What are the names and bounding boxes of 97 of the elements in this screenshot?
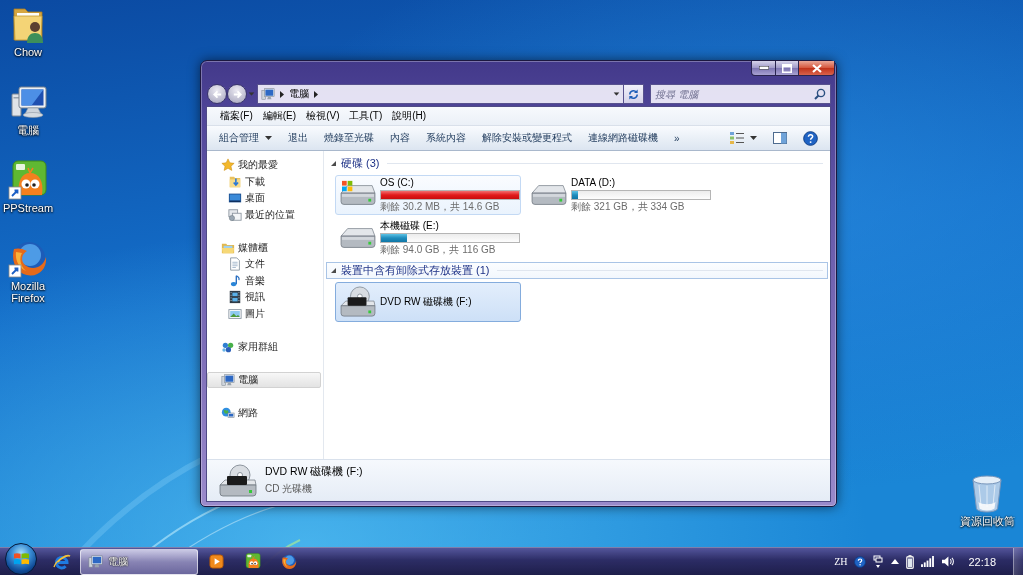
toolbar-button[interactable]: 解除安裝或變更程式 [475,127,579,149]
recent-windows-icon [228,207,242,222]
refresh-button[interactable] [624,84,644,104]
toolbar-button[interactable]: 燒錄至光碟 [317,127,381,149]
help-icon[interactable] [854,555,867,568]
desktop-icon-label[interactable]: 電腦 [17,124,39,136]
group-header[interactable]: 硬碟 (3) [326,155,828,172]
sidebar-item[interactable]: 網路 [207,404,321,421]
mascot-app-icon [244,553,261,570]
optical-drive-icon [339,286,377,318]
desktop-icon-label[interactable]: PPStream [2,202,54,214]
computer-icon [221,372,235,387]
chevron-icon [314,90,318,98]
desktop-icon-label[interactable]: Chow [13,46,43,58]
collapse-triangle-icon[interactable] [330,160,337,167]
close-icon [811,63,822,73]
free-space-text: 剩餘 321 GB，共 334 GB [571,201,686,213]
sidebar-item[interactable]: 媒體櫃 [207,239,321,256]
caret-icon [265,136,272,140]
caret-icon [613,92,619,96]
forward-arrow-icon [231,88,243,100]
drive-tile[interactable]: DVD RW 磁碟機 (F:) [335,282,521,322]
globe-computer-icon [221,405,235,420]
computer-icon [88,554,103,569]
drive-name-label: OS (C:) [380,177,415,189]
caret-icon [750,136,757,140]
download-folder-icon [228,174,242,189]
close-button[interactable] [799,61,835,76]
caret-icon [248,92,255,96]
music-note-icon [228,273,242,288]
breadcrumb-link[interactable]: 電腦 [289,87,309,101]
chevron-icon [280,90,284,98]
menu-item[interactable]: 編輯(E) [258,107,301,125]
drive-name-label: 本機磁碟 (E:) [380,220,440,232]
document-icon [228,257,242,272]
toolbar-button[interactable]: 系統內容 [419,127,473,149]
fox-globe-icon [280,553,297,570]
drive-tile[interactable]: 本機磁碟 (E:) 剩餘 94.0 GB，共 116 GB [335,218,521,258]
optical-drive-icon [218,463,258,498]
speaker-icon[interactable] [941,556,955,567]
group-header[interactable]: 裝置中含有卸除式存放裝置 (1) [326,262,828,279]
menu-item[interactable]: 工具(T) [345,107,387,125]
free-space-text: 剩餘 30.2 MB，共 14.6 GB [380,201,501,213]
address-bar[interactable]: 電腦 [257,84,624,104]
search-field[interactable]: 搜尋 電腦 [650,84,831,104]
signal-bars-icon[interactable] [921,556,935,567]
minimize-icon [758,66,769,70]
back-arrow-icon [211,88,223,100]
drive-name-label: DATA (D:) [571,177,617,189]
toolbar-button[interactable]: 連線網路磁碟機 [581,127,665,149]
view-list-icon [729,131,745,145]
refresh-icon [627,87,640,101]
up-triangle-icon [890,559,899,564]
maximize-button[interactable] [776,61,799,76]
picture-icon [228,306,242,321]
sidebar-item[interactable]: 音樂 [207,272,321,289]
film-strip-icon [228,290,242,305]
computer-icon [261,87,275,101]
sidebar-item[interactable]: 圖片 [207,305,321,322]
search-icon[interactable] [814,88,826,100]
sidebar-item[interactable]: 電腦 [207,371,321,388]
toolbar-button[interactable]: 退出 [281,127,315,149]
details-type: CD 光碟機 [265,482,314,496]
start-button[interactable] [5,543,37,575]
drive-tile[interactable]: OS (C:) 剩餘 30.2 MB，共 14.6 GB [335,175,521,215]
e-logo-icon [52,552,71,571]
desktop-icon-label[interactable]: Mozilla Firefox [0,280,58,304]
menu-item[interactable]: 檔案(F) [216,107,257,125]
sidebar-item[interactable]: 最近的位置 [207,206,321,223]
battery-icon[interactable] [906,554,915,569]
preview-pane-icon [773,132,787,144]
sidebar-item[interactable]: 我的最愛 [207,157,321,174]
mini-window-icon[interactable] [873,554,884,569]
drive-name-label: DVD RW 磁碟機 (F:) [380,296,473,308]
free-space-text: 剩餘 94.0 GB，共 116 GB [380,244,497,256]
sidebar-item[interactable]: 桌面 [207,190,321,207]
collapse-triangle-icon[interactable] [330,267,337,274]
sidebar-item[interactable]: 家用群組 [207,338,321,355]
toolbar-button[interactable]: 內容 [383,127,417,149]
sidebar-item[interactable]: 下載 [207,173,321,190]
language-indicator[interactable]: ZH [834,556,848,567]
star-icon [221,158,235,173]
show-desktop-button[interactable] [1013,548,1023,575]
sidebar-item[interactable]: 視訊 [207,289,321,306]
help-icon [803,130,818,146]
play-icon [209,554,224,569]
sidebar-item[interactable]: 文件 [207,256,321,273]
menu-item[interactable]: 說明(H) [388,107,431,125]
minimize-button[interactable] [751,61,776,76]
details-name: DVD RW 磁碟機 (F:) [265,465,363,479]
clock[interactable]: 22:18 [968,555,996,568]
toolbar-button[interactable]: 組合管理 [212,127,279,149]
maximize-icon [782,63,792,73]
more-commands-button[interactable]: » [667,127,687,149]
mascot-app-icon[interactable] [8,160,48,200]
menu-item[interactable]: 檢視(V) [302,107,344,125]
drive-tile[interactable]: DATA (D:) 剩餘 321 GB，共 334 GB [526,175,712,215]
